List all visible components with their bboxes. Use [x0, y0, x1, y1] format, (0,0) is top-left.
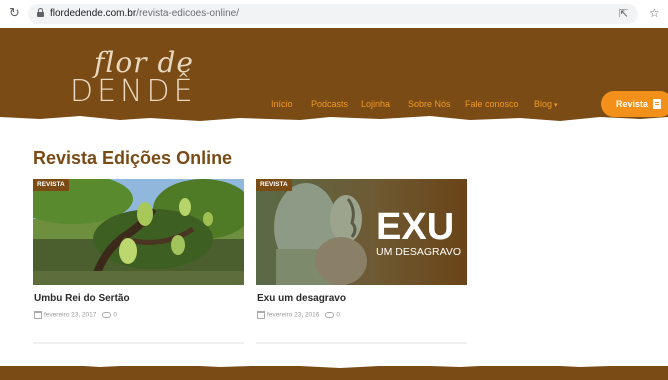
document-icon: [653, 99, 661, 109]
nav-item-lojinha[interactable]: Lojinha: [361, 99, 390, 109]
url-text[interactable]: flordedende.com.br/revista-edicoes-onlin…: [50, 8, 239, 19]
footer-strip: [0, 362, 668, 380]
chevron-down-icon: ▾: [554, 102, 558, 109]
calendar-icon: [34, 311, 42, 319]
url-host: flordedende.com.br: [50, 8, 137, 19]
nav-item-sobre-nos[interactable]: Sobre Nós: [408, 99, 451, 109]
calendar-icon: [257, 311, 265, 319]
share-icon[interactable]: ⇱: [619, 7, 628, 20]
post-thumbnail-exu[interactable]: EXU UM DESAGRAVO REVISTA: [256, 179, 467, 285]
card-divider: [33, 342, 244, 344]
nav-item-fale-conosco[interactable]: Fale conosco: [465, 99, 519, 109]
lock-icon[interactable]: [37, 8, 44, 17]
site-header: flor de DENDÊ Início Podcasts Lojinha So…: [0, 28, 668, 125]
browser-toolbar: ↻ flordedende.com.br/revista-edicoes-onl…: [0, 0, 668, 28]
post-title[interactable]: Exu um desagravo: [257, 293, 346, 304]
category-badge[interactable]: REVISTA: [33, 179, 69, 191]
page-title: Revista Edições Online: [33, 148, 233, 168]
torn-edge-divider: [0, 116, 668, 125]
post-title[interactable]: Umbu Rei do Sertão: [34, 293, 130, 304]
card-divider: [256, 342, 467, 344]
nav-item-podcasts[interactable]: Podcasts: [311, 99, 348, 109]
star-icon[interactable]: ☆: [649, 6, 660, 20]
post-card[interactable]: EXU UM DESAGRAVO REVISTA Exu um desagrav…: [256, 179, 467, 345]
comment-count[interactable]: 0: [113, 312, 117, 319]
post-meta: fevereiro 23, 2016 0: [257, 311, 340, 321]
url-path: /revista-edicoes-online/: [136, 8, 239, 19]
umbu-image: [33, 179, 244, 285]
comment-count[interactable]: 0: [336, 312, 340, 319]
exu-image-subtitle: UM DESAGRAVO: [376, 246, 461, 258]
nav-item-blog-label: Blog: [534, 99, 553, 109]
exu-image: EXU UM DESAGRAVO: [256, 179, 467, 285]
nav-item-inicio[interactable]: Início: [271, 99, 293, 109]
revista-button-label: Revista: [616, 99, 649, 109]
post-date: fevereiro 23, 2016: [267, 311, 320, 319]
main-nav: Início Podcasts Lojinha Sobre Nós Fale c…: [0, 99, 668, 113]
exu-image-title: EXU: [376, 206, 454, 248]
post-card[interactable]: REVISTA Umbu Rei do Sertão fevereiro 23,…: [33, 179, 244, 345]
comment-icon: [325, 312, 335, 318]
post-date: fevereiro 23, 2017: [44, 311, 97, 319]
comment-icon: [102, 312, 112, 318]
post-meta: fevereiro 23, 2017 0: [34, 311, 117, 321]
post-thumbnail-umbu[interactable]: REVISTA: [33, 179, 244, 285]
category-badge[interactable]: REVISTA: [256, 179, 292, 191]
reload-icon[interactable]: ↻: [9, 6, 20, 21]
torn-edge-divider: [0, 362, 668, 368]
nav-item-blog[interactable]: Blog ▾: [534, 99, 558, 109]
